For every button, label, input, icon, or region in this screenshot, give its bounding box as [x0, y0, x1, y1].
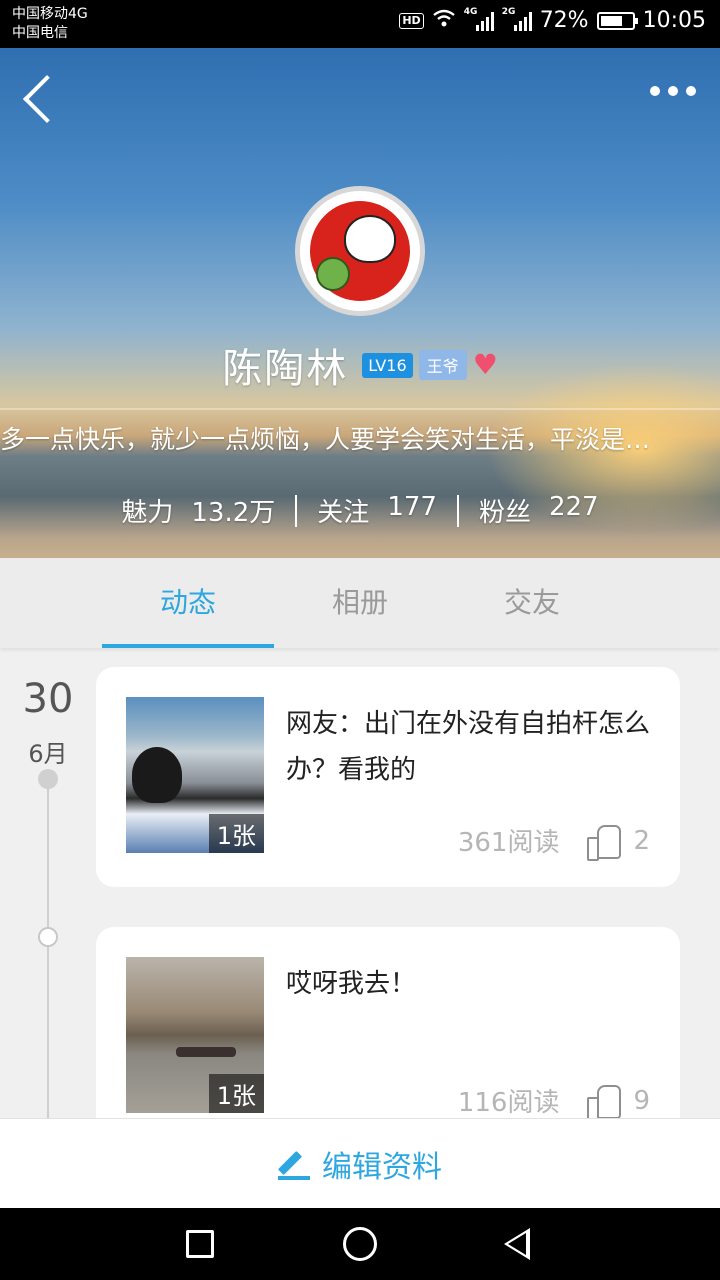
tab-album[interactable]: 相册	[274, 558, 446, 648]
status-bar: 中国移动4G 中国电信 HD 4G 2G 72% 10:05	[0, 0, 720, 48]
timeline-dot	[38, 927, 58, 947]
more-icon[interactable]	[650, 86, 696, 96]
post-thumbnail[interactable]: 1张	[126, 957, 264, 1113]
nav-back-icon[interactable]	[504, 1228, 530, 1260]
navigation-bar	[0, 1208, 720, 1280]
like-icon[interactable]	[587, 824, 622, 861]
stat-charm: 魅力 13.2万	[101, 492, 295, 529]
battery-percent: 72%	[539, 8, 589, 33]
network-type-1: 4G	[463, 6, 478, 17]
status-icons: HD 4G 2G 72% 10:05	[399, 7, 706, 33]
title-badge: 王爷	[418, 350, 467, 380]
like-icon[interactable]	[587, 1084, 622, 1118]
carrier-2: 中国电信	[12, 25, 68, 41]
nav-recents-icon[interactable]	[186, 1230, 214, 1258]
post-thumbnail[interactable]: 1张	[126, 697, 264, 853]
stat-label: 粉丝	[478, 498, 531, 528]
profile-tabs: 动态 相册 交友	[0, 558, 720, 648]
user-name: 陈陶林	[222, 346, 349, 392]
post-text: 网友：出门在外没有自拍杆怎么办？看我的	[286, 709, 651, 785]
date-day: 30	[22, 676, 74, 722]
pencil-icon	[278, 1148, 310, 1180]
signal-icon-1: 4G	[464, 7, 494, 31]
carrier-1: 中国移动4G	[12, 6, 88, 22]
post-card[interactable]: 1张 哎呀我去！ 116阅读 9	[96, 927, 680, 1118]
tab-friends[interactable]: 交友	[446, 558, 618, 648]
back-icon[interactable]	[20, 70, 60, 126]
network-type-2: 2G	[501, 6, 516, 17]
carrier-info: 中国移动4G 中国电信	[12, 5, 88, 43]
timeline: 30 6月 1张 网友：出门在外没有自拍杆怎么办？看我的 361阅读 2 1张 …	[0, 648, 720, 1118]
stat-value: 13.2万	[191, 498, 276, 528]
stat-following[interactable]: 关注 177	[297, 492, 457, 529]
wifi-icon	[432, 8, 456, 33]
signature: 多一点快乐，就少一点烦恼，人要学会笑对生活，平淡是…	[0, 425, 651, 454]
avatar[interactable]	[295, 186, 425, 316]
post-text: 哎呀我去！	[286, 969, 417, 999]
edit-profile-button[interactable]: 编辑资料	[0, 1118, 720, 1208]
like-count: 9	[633, 1085, 650, 1116]
date-month: 6月	[28, 740, 68, 768]
stat-value: 227	[548, 492, 599, 522]
post-card[interactable]: 1张 网友：出门在外没有自拍杆怎么办？看我的 361阅读 2	[96, 667, 680, 887]
read-count: 361阅读	[457, 828, 560, 858]
heart-icon: ♥	[472, 348, 498, 381]
like-count: 2	[633, 825, 650, 856]
stat-label: 关注	[317, 498, 370, 528]
edit-profile-label: 编辑资料	[322, 1149, 442, 1185]
stats-row: 魅力 13.2万 关注 177 粉丝 227	[0, 492, 720, 529]
read-count: 116阅读	[457, 1088, 560, 1118]
timeline-line	[47, 778, 49, 1118]
stat-followers[interactable]: 粉丝 227	[459, 492, 619, 529]
tab-moments[interactable]: 动态	[102, 558, 274, 648]
hd-icon: HD	[399, 12, 424, 29]
level-badge: LV16	[362, 352, 413, 378]
post-meta: 116阅读 9	[458, 1082, 650, 1118]
image-count: 1张	[208, 814, 264, 853]
signal-icon-2: 2G	[502, 7, 532, 31]
nav-home-icon[interactable]	[343, 1227, 377, 1261]
post-meta: 361阅读 2	[457, 822, 650, 861]
profile-header: 陈陶林 LV16 王爷 ♥ 多一点快乐，就少一点烦恼，人要学会笑对生活，平淡是……	[0, 48, 720, 558]
name-row: 陈陶林 LV16 王爷 ♥	[0, 336, 720, 394]
stat-label: 魅力	[121, 498, 174, 528]
clock: 10:05	[642, 8, 706, 33]
battery-icon	[596, 11, 638, 30]
timeline-dot	[38, 769, 58, 789]
image-count: 1张	[208, 1074, 264, 1113]
stat-value: 177	[387, 492, 437, 522]
